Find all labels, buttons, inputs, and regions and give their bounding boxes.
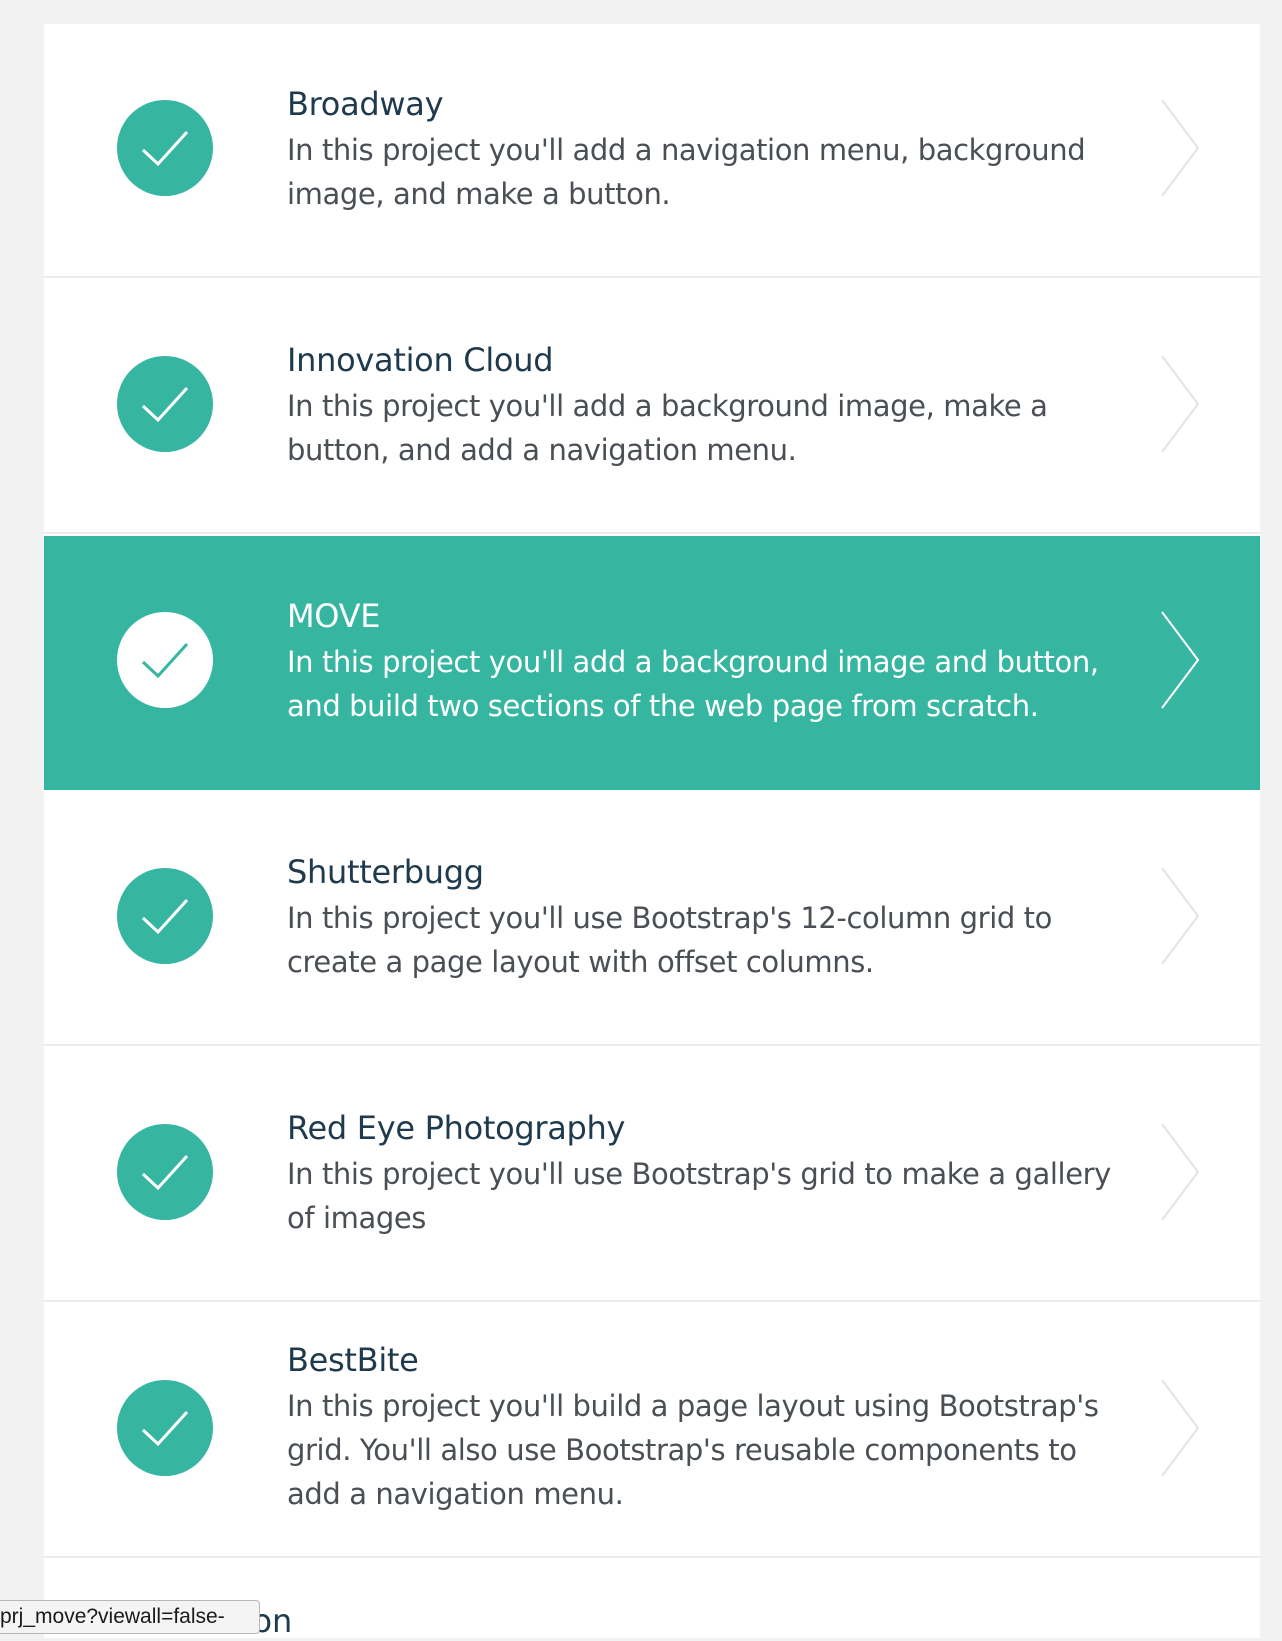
project-description: In this project you'll build a page layo… — [287, 1389, 1099, 1511]
project-item-bestbite[interactable]: BestBite In this project you'll build a … — [44, 1304, 1260, 1558]
check-icon — [117, 868, 213, 964]
chevron-right-icon — [1161, 355, 1200, 453]
project-item-red-eye-photography[interactable]: Red Eye Photography In this project you'… — [44, 1048, 1260, 1302]
project-item-broadway[interactable]: Broadway In this project you'll add a na… — [44, 24, 1260, 278]
check-icon — [117, 356, 213, 452]
status-bar-url: -prj_move?viewall=false — [0, 1600, 260, 1634]
project-title: Shutterbugg — [287, 853, 484, 891]
chevron-right-icon — [1161, 611, 1200, 709]
check-icon — [117, 1380, 213, 1476]
check-icon — [117, 612, 213, 708]
project-title: Red Eye Photography — [287, 1109, 626, 1147]
chevron-right-icon — [1161, 1379, 1200, 1477]
project-list: Broadway In this project you'll add a na… — [44, 24, 1260, 1638]
project-description: In this project you'll add a navigation … — [287, 133, 1086, 211]
project-description: In this project you'll use Bootstrap's g… — [287, 1157, 1111, 1235]
project-item-shutterbugg[interactable]: Shutterbugg In this project you'll use B… — [44, 792, 1260, 1046]
project-title: Innovation Cloud — [287, 341, 554, 379]
project-description: In this project you'll add a background … — [287, 389, 1048, 467]
project-item-move[interactable]: MOVE In this project you'll add a backgr… — [44, 536, 1260, 790]
chevron-right-icon — [1161, 99, 1200, 197]
project-item-innovation-cloud[interactable]: Innovation Cloud In this project you'll … — [44, 280, 1260, 534]
project-description: In this project you'll add a background … — [287, 645, 1099, 723]
project-title: BestBite — [287, 1341, 419, 1379]
check-icon — [117, 100, 213, 196]
project-title: MOVE — [287, 597, 381, 635]
project-title: Broadway — [287, 85, 444, 123]
chevron-right-icon — [1161, 867, 1200, 965]
check-icon — [117, 1124, 213, 1220]
chevron-right-icon — [1161, 1123, 1200, 1221]
project-description: In this project you'll use Bootstrap's 1… — [287, 901, 1052, 979]
